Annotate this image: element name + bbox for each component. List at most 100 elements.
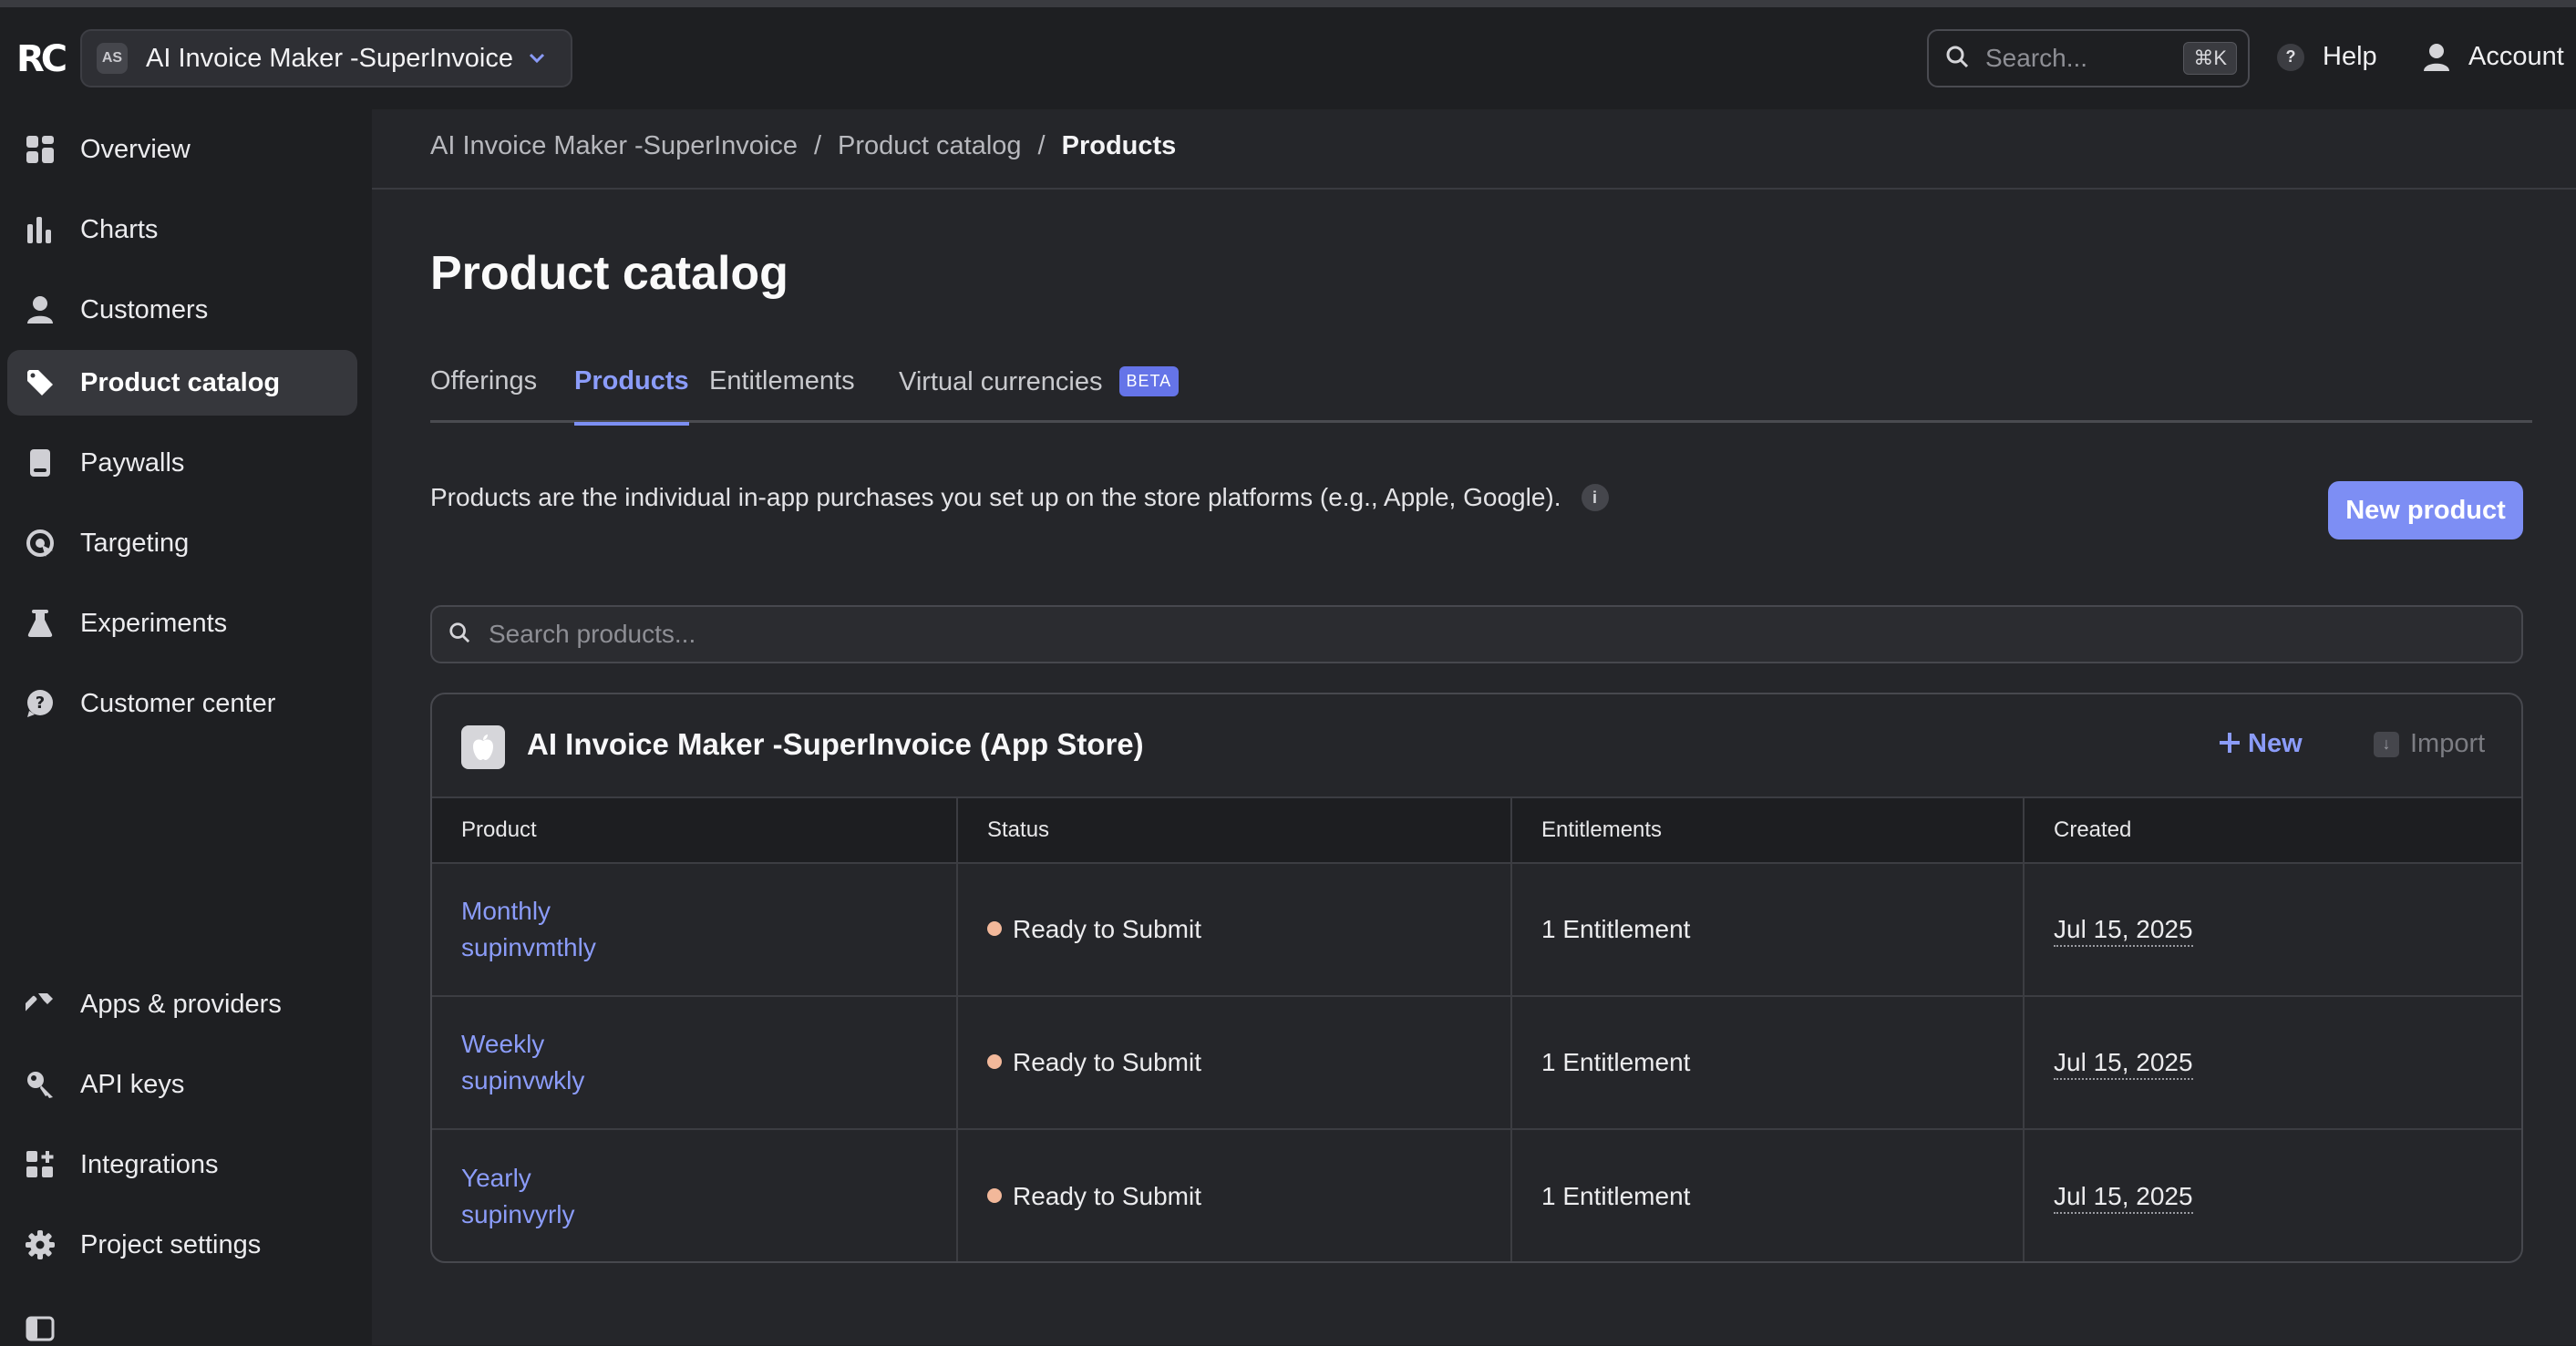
table-row[interactable]: Monthly supinvmthly Ready to Submit 1 En… <box>432 863 2521 997</box>
sidebar-item-overview[interactable]: Overview <box>7 117 357 182</box>
breadcrumb-separator: / <box>813 131 822 160</box>
sidebar-item-customers[interactable]: Customers <box>7 277 357 343</box>
chevron-down-icon <box>528 46 546 70</box>
tab-bar: Offerings Products Entitlements Virtual … <box>430 361 2532 426</box>
product-identifier-link[interactable]: supinvyrly <box>461 1197 956 1233</box>
customers-icon <box>24 293 57 326</box>
import-icon: ↓ <box>2374 731 2399 757</box>
sidebar-item-label: Integrations <box>80 1149 219 1179</box>
import-button[interactable]: ↓ Import <box>2374 729 2485 759</box>
breadcrumb: AI Invoice Maker -SuperInvoice / Product… <box>430 131 1176 161</box>
sidebar: Overview Charts Customers Product catalo… <box>0 109 372 1345</box>
search-icon <box>1945 45 1969 73</box>
global-search[interactable]: Search... ⌘K <box>1927 29 2250 87</box>
key-icon <box>24 1068 57 1101</box>
help-button[interactable]: ? Help <box>2277 42 2377 72</box>
sidebar-item-label: Customer center <box>80 688 276 718</box>
column-header-created: Created <box>2023 796 2521 864</box>
created-cell: Jul 15, 2025 <box>2023 863 2521 997</box>
sidebar-item-experiments[interactable]: Experiments <box>7 591 357 656</box>
column-header-status: Status <box>956 796 1511 864</box>
table-header-row: Product Status Entitlements Created <box>432 796 2521 864</box>
user-icon <box>2424 43 2449 71</box>
product-identifier-link[interactable]: supinvwkly <box>461 1063 956 1099</box>
product-name-link[interactable]: Weekly <box>461 1026 956 1063</box>
tab-entitlements[interactable]: Entitlements <box>709 361 855 423</box>
search-icon <box>448 622 470 648</box>
product-identifier-link[interactable]: supinvmthly <box>461 930 956 966</box>
breadcrumb-project[interactable]: AI Invoice Maker -SuperInvoice <box>430 131 798 161</box>
status-dot <box>987 921 1002 936</box>
main-content: AI Invoice Maker -SuperInvoice / Product… <box>372 109 2576 1345</box>
products-description: Products are the individual in-app purch… <box>430 483 1609 512</box>
sidebar-item-project-settings[interactable]: Project settings <box>7 1212 357 1278</box>
global-search-placeholder: Search... <box>1985 44 2088 72</box>
info-icon[interactable]: i <box>1581 484 1609 511</box>
sidebar-item-product-catalog[interactable]: Product catalog <box>7 350 357 416</box>
project-name: AI Invoice Maker -SuperInvoice <box>146 43 513 73</box>
products-table: Product Status Entitlements Created Mont… <box>432 796 2521 1261</box>
sidebar-item-api-keys[interactable]: API keys <box>7 1052 357 1117</box>
collapse-sidebar-icon[interactable] <box>26 1316 55 1341</box>
help-label: Help <box>2323 42 2377 71</box>
sidebar-item-label: Apps & providers <box>80 989 282 1019</box>
hammer-icon <box>24 988 57 1021</box>
breadcrumb-separator: / <box>1037 131 1046 160</box>
sidebar-item-label: Paywalls <box>80 447 185 478</box>
tab-offerings[interactable]: Offerings <box>430 361 537 423</box>
status-cell: Ready to Submit <box>956 863 1511 997</box>
entitlements-cell: 1 Entitlement <box>1510 1129 2024 1261</box>
sidebar-item-charts[interactable]: Charts <box>7 197 357 262</box>
product-name-link[interactable]: Monthly <box>461 893 956 930</box>
gear-icon <box>24 1228 57 1261</box>
new-product-button[interactable]: New product <box>2328 481 2523 539</box>
svg-text:?: ? <box>36 694 45 713</box>
top-bar: RC AS AI Invoice Maker -SuperInvoice Sea… <box>0 7 2576 109</box>
tab-virtual-currencies-label: Virtual currencies <box>899 367 1103 396</box>
products-description-text: Products are the individual in-app purch… <box>430 483 1561 511</box>
sidebar-item-customer-center[interactable]: ? Customer center <box>7 671 357 736</box>
tab-virtual-currencies[interactable]: Virtual currencies BETA <box>899 361 1180 423</box>
search-products-placeholder: Search products... <box>489 620 696 648</box>
revenuecat-logo[interactable]: RC <box>16 38 67 82</box>
breadcrumb-divider <box>372 188 2576 190</box>
created-date: Jul 15, 2025 <box>2054 1181 2193 1214</box>
column-header-product: Product <box>432 796 957 864</box>
breadcrumb-product-catalog[interactable]: Product catalog <box>838 131 1022 161</box>
status-cell: Ready to Submit <box>956 1129 1511 1261</box>
product-name-link[interactable]: Yearly <box>461 1160 956 1197</box>
sidebar-item-label: Charts <box>80 214 159 244</box>
help-bubble-icon: ? <box>24 687 57 720</box>
card-title: AI Invoice Maker -SuperInvoice (App Stor… <box>527 727 1144 761</box>
sidebar-item-targeting[interactable]: Targeting <box>7 510 357 576</box>
project-switcher[interactable]: AS AI Invoice Maker -SuperInvoice <box>80 29 572 87</box>
status-cell: Ready to Submit <box>956 996 1511 1130</box>
sidebar-item-label: API keys <box>80 1069 185 1099</box>
sidebar-item-apps-providers[interactable]: Apps & providers <box>7 971 357 1037</box>
search-products-input[interactable]: Search products... <box>430 605 2523 663</box>
tab-products[interactable]: Products <box>574 361 689 426</box>
product-cell: Weekly supinvwkly <box>432 996 957 1130</box>
created-date: Jul 15, 2025 <box>2054 915 2193 947</box>
paywall-icon <box>24 447 57 479</box>
created-date: Jul 15, 2025 <box>2054 1048 2193 1080</box>
apple-icon <box>461 725 505 769</box>
account-label: Account <box>2468 42 2564 71</box>
sidebar-item-paywalls[interactable]: Paywalls <box>7 430 357 496</box>
sidebar-item-label: Experiments <box>80 608 228 638</box>
status-text: Ready to Submit <box>1013 915 1201 943</box>
table-row[interactable]: Weekly supinvwkly Ready to Submit 1 Enti… <box>432 996 2521 1130</box>
project-badge: AS <box>97 43 128 74</box>
charts-icon <box>24 213 57 246</box>
sidebar-item-label: Targeting <box>80 528 190 558</box>
table-row[interactable]: Yearly supinvyrly Ready to Submit 1 Enti… <box>432 1129 2521 1261</box>
sidebar-item-label: Customers <box>80 294 209 324</box>
sidebar-item-integrations[interactable]: Integrations <box>7 1132 357 1197</box>
created-cell: Jul 15, 2025 <box>2023 1129 2521 1261</box>
question-icon: ? <box>2277 43 2304 71</box>
plus-icon <box>2220 733 2240 753</box>
status-text: Ready to Submit <box>1013 1048 1201 1076</box>
overview-icon <box>24 133 57 166</box>
account-button[interactable]: Account <box>2423 42 2564 72</box>
add-product-button[interactable]: New <box>2219 729 2303 759</box>
